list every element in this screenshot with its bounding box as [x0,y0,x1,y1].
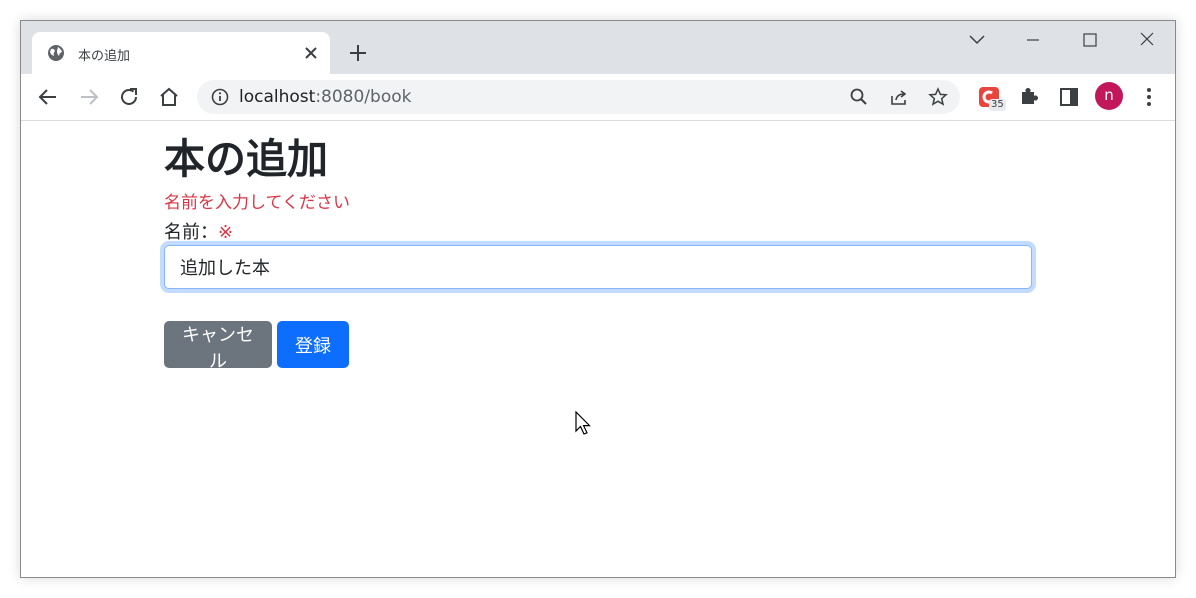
magnifier-icon[interactable] [849,87,869,107]
kebab-menu-icon[interactable] [1137,85,1161,109]
browser-window: 本の追加 localhost:8080/book 35 n 本の追加 名前を入力… [20,20,1176,578]
url-host: localhost [239,87,316,107]
tab-close-icon[interactable] [302,44,320,62]
page-content: 本の追加 名前を入力してください 名前：※ キャンセル 登録 [21,121,1175,577]
page-title: 本の追加 [164,135,328,183]
name-input[interactable] [164,245,1032,289]
forward-arrow-icon[interactable] [77,85,101,109]
required-mark: ※ [218,222,234,243]
name-label: 名前：※ [164,218,233,244]
maximize-icon[interactable] [1078,29,1102,51]
back-arrow-icon[interactable] [36,85,60,109]
register-button[interactable]: 登録 [277,321,349,368]
browser-toolbar: localhost:8080/book 35 n [21,74,1175,121]
extension-badge: 35 [989,99,1006,111]
profile-avatar[interactable]: n [1095,82,1123,110]
new-tab-plus-icon[interactable] [347,42,369,64]
validation-error-message: 名前を入力してください [164,193,350,213]
site-info-icon[interactable] [211,88,229,106]
minimize-icon[interactable] [1021,29,1045,51]
address-bar[interactable]: localhost:8080/book [197,80,960,114]
side-panel-icon[interactable] [1057,85,1081,109]
reload-icon[interactable] [117,85,141,109]
home-icon[interactable] [157,85,181,109]
puzzle-icon[interactable] [1017,85,1041,109]
tab-strip: 本の追加 [21,21,1175,75]
share-icon[interactable] [889,87,909,107]
cancel-button[interactable]: キャンセル [164,321,272,372]
globe-icon [48,45,64,61]
tab-title: 本の追加 [78,49,131,64]
tab-book-add[interactable]: 本の追加 [32,32,330,75]
name-label-text: 名前： [164,222,218,243]
bookmark-star-icon[interactable] [928,87,948,107]
mouse-cursor-icon [575,411,591,435]
window-close-icon[interactable] [1135,29,1159,51]
tab-search-chevron-down-icon[interactable] [965,29,989,51]
url-text[interactable]: localhost:8080/book [239,87,411,107]
url-port-path: :8080/book [315,87,412,107]
